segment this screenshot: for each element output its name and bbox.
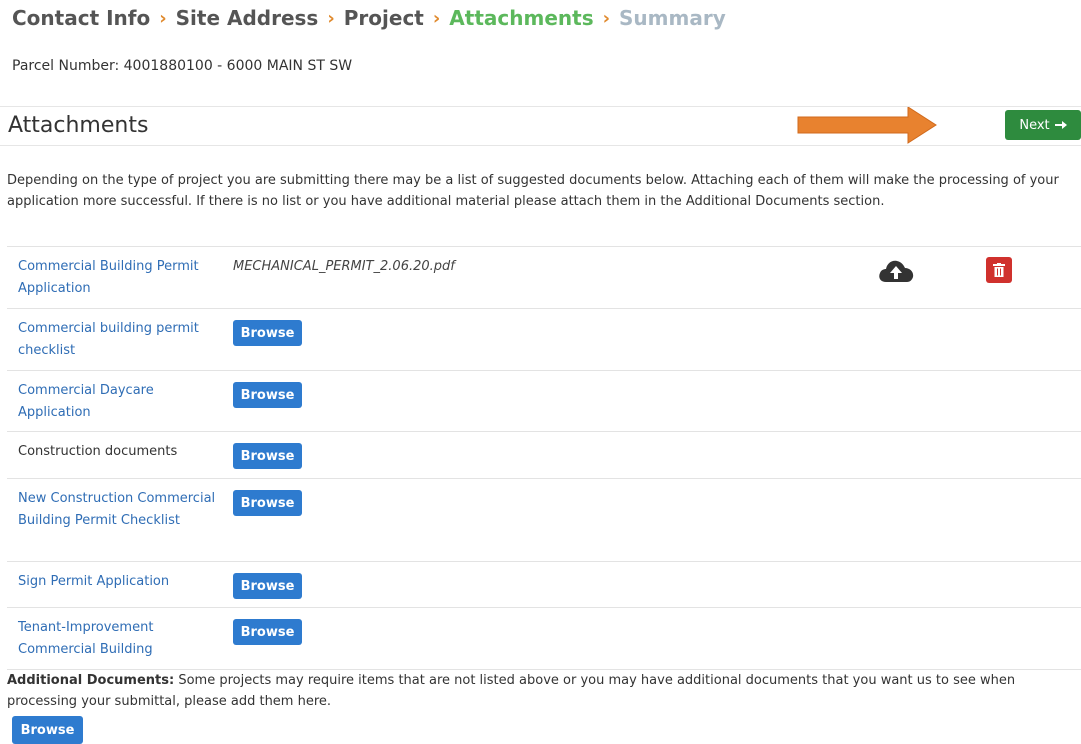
table-row: Tenant-Improvement Commercial Building B… xyxy=(7,608,1081,670)
step-summary: Summary xyxy=(619,6,726,30)
step-attachments: Attachments xyxy=(449,6,594,30)
step-contact-info[interactable]: Contact Info xyxy=(12,6,150,30)
attached-file-name: MECHANICAL_PERMIT_2.06.20.pdf xyxy=(233,259,455,274)
step-project[interactable]: Project xyxy=(344,6,424,30)
next-button-label: Next xyxy=(1019,117,1050,133)
additional-browse-button[interactable]: Browse xyxy=(12,716,83,744)
document-name[interactable]: Commercial Daycare Application xyxy=(18,380,223,424)
attachments-header: Attachments Next xyxy=(0,106,1081,146)
browse-button[interactable]: Browse xyxy=(233,320,302,346)
browse-button[interactable]: Browse xyxy=(233,382,302,408)
table-row: Sign Permit Application Browse xyxy=(7,562,1081,608)
document-name[interactable]: Commercial building permit checklist xyxy=(18,318,223,362)
table-row: Commercial Daycare Application Browse xyxy=(7,371,1081,432)
additional-documents-text: Additional Documents: Some projects may … xyxy=(7,670,1072,712)
parcel-number: Parcel Number: 4001880100 - 6000 MAIN ST… xyxy=(12,58,353,74)
document-name[interactable]: Sign Permit Application xyxy=(18,571,223,593)
chevron-right-icon: › xyxy=(432,7,441,29)
wizard-breadcrumb: Contact Info › Site Address › Project › … xyxy=(12,4,726,32)
additional-documents-label: Additional Documents: xyxy=(7,673,175,688)
document-name: Construction documents xyxy=(18,444,178,459)
cloud-upload-icon[interactable] xyxy=(877,257,915,285)
chevron-right-icon: › xyxy=(159,7,167,29)
arrow-right-icon xyxy=(1054,121,1067,129)
delete-button[interactable] xyxy=(986,257,1012,283)
page-title: Attachments xyxy=(8,113,149,138)
next-button[interactable]: Next xyxy=(1005,110,1081,140)
trash-icon xyxy=(993,263,1005,277)
step-site-address[interactable]: Site Address xyxy=(176,6,319,30)
table-row: Construction documents Browse xyxy=(7,432,1081,479)
chevron-right-icon: › xyxy=(602,7,611,29)
browse-button[interactable]: Browse xyxy=(233,490,302,516)
document-name[interactable]: New Construction Commercial Building Per… xyxy=(18,488,223,532)
table-row: New Construction Commercial Building Per… xyxy=(7,479,1081,562)
chevron-right-icon: › xyxy=(327,7,335,29)
browse-button[interactable]: Browse xyxy=(233,619,302,645)
document-name[interactable]: Commercial Building Permit Application xyxy=(18,256,223,300)
document-name[interactable]: Tenant-Improvement Commercial Building xyxy=(18,617,223,661)
table-row: Commercial Building Permit Application M… xyxy=(7,247,1081,309)
browse-button[interactable]: Browse xyxy=(233,443,302,469)
intro-text: Depending on the type of project you are… xyxy=(7,173,1059,209)
pointer-arrow-icon xyxy=(797,107,937,144)
browse-button[interactable]: Browse xyxy=(233,573,302,599)
table-row: Commercial building permit checklist Bro… xyxy=(7,309,1081,371)
documents-table: Commercial Building Permit Application M… xyxy=(7,246,1081,670)
